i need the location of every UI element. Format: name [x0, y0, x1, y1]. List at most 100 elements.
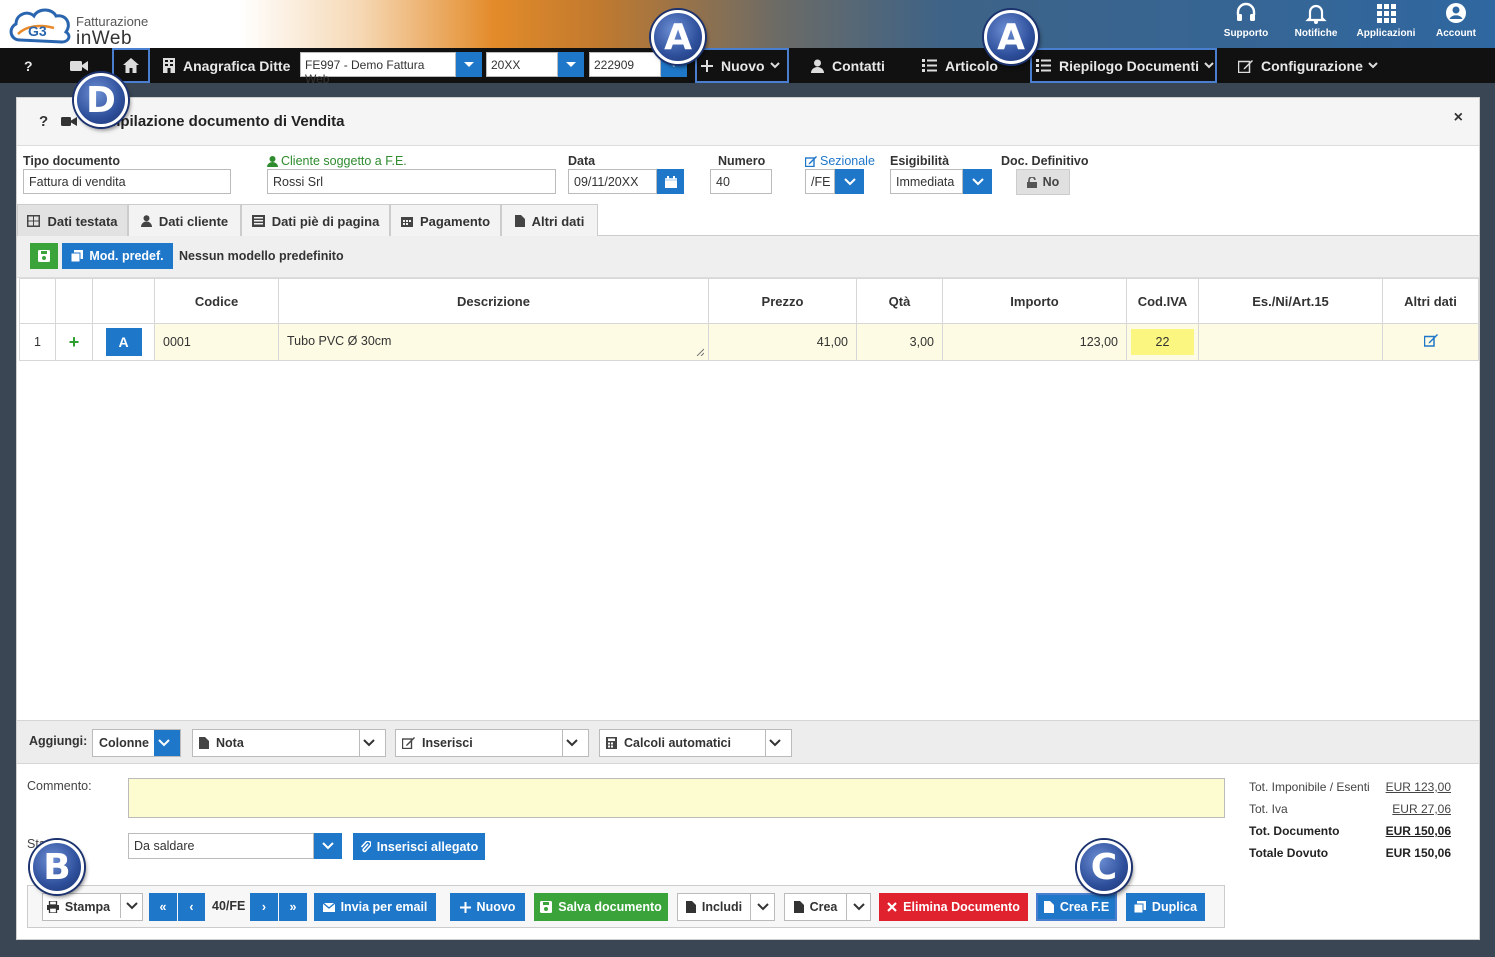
company-select-caret[interactable]: [456, 52, 482, 77]
edit-icon: [1238, 59, 1253, 73]
account-button[interactable]: Account: [1421, 2, 1491, 46]
numero-field[interactable]: 40: [710, 169, 772, 194]
inserisci-dropdown[interactable]: Inserisci: [395, 729, 589, 757]
applications-button[interactable]: Applicazioni: [1351, 2, 1421, 46]
anagrafica-ditte[interactable]: Anagrafica Ditte: [163, 48, 290, 83]
stampa-caret[interactable]: [120, 894, 142, 918]
includi-caret[interactable]: [750, 894, 774, 920]
colonne-caret[interactable]: [154, 730, 180, 756]
crea-button[interactable]: Crea: [784, 893, 871, 921]
cliente-field[interactable]: Rossi Srl: [267, 169, 556, 194]
help-button[interactable]: ?: [24, 48, 33, 83]
year-select[interactable]: 20XX: [486, 52, 558, 77]
last-doc-button[interactable]: »: [279, 893, 307, 921]
definitivo-value: No: [1042, 175, 1060, 189]
person-icon: [811, 59, 824, 73]
company-select[interactable]: FE997 - Demo Fattura Web: [300, 52, 456, 86]
qta-cell[interactable]: 3,00: [856, 323, 943, 361]
chevron-down-icon: [157, 739, 170, 747]
add-row-button[interactable]: +: [55, 323, 93, 361]
inserisci-caret[interactable]: [562, 730, 588, 756]
support-button[interactable]: Supporto: [1211, 2, 1281, 46]
col-cod-iva[interactable]: Cod.IVA: [1126, 278, 1199, 324]
stato-caret[interactable]: [314, 833, 342, 859]
esigibilita-caret[interactable]: [963, 169, 992, 194]
elimina-documento-button[interactable]: Elimina Documento: [879, 893, 1028, 921]
contatti-link[interactable]: Contatti: [811, 48, 885, 83]
imponibile-value[interactable]: EUR 123,00: [1367, 780, 1451, 794]
sezionale-field[interactable]: /FE: [805, 169, 835, 194]
tab-dati-pie-pagina[interactable]: Dati piè di pagina: [241, 204, 390, 237]
code-select[interactable]: 222909: [589, 52, 661, 77]
col-descrizione[interactable]: Descrizione: [278, 278, 709, 324]
esenzione-cell[interactable]: [1198, 323, 1383, 361]
sezionale-caret[interactable]: [835, 169, 864, 194]
prezzo-cell[interactable]: 41,00: [708, 323, 857, 361]
row-type-button[interactable]: A: [105, 328, 142, 356]
panel-help-button[interactable]: ?: [39, 113, 48, 130]
definitivo-toggle[interactable]: No: [1016, 169, 1070, 195]
prev-doc-button[interactable]: ‹: [178, 893, 205, 921]
applications-label: Applicazioni: [1356, 28, 1416, 39]
nuovo-menu[interactable]: Nuovo: [695, 48, 789, 83]
video-camera-icon[interactable]: [61, 116, 77, 127]
invia-email-button[interactable]: Invia per email: [314, 893, 436, 921]
col-importo[interactable]: Importo: [942, 278, 1127, 324]
calendar-button[interactable]: [657, 169, 684, 194]
tab-pagamento[interactable]: Pagamento: [390, 204, 501, 237]
next-doc-button[interactable]: ›: [250, 893, 278, 921]
riepilogo-menu[interactable]: Riepilogo Documenti: [1030, 48, 1217, 83]
nota-dropdown[interactable]: Nota: [192, 729, 386, 757]
crea-caret[interactable]: [846, 894, 870, 920]
col-qta[interactable]: Qtà: [856, 278, 943, 324]
tipo-label: Tipo documento: [23, 154, 120, 168]
close-button[interactable]: ×: [1454, 109, 1463, 127]
data-field[interactable]: 09/11/20XX: [568, 169, 657, 194]
tipo-documento-field[interactable]: Fattura di vendita: [23, 169, 231, 194]
calcoli-caret[interactable]: [765, 730, 791, 756]
tab-altri-dati[interactable]: Altri dati: [501, 204, 598, 237]
codice-cell[interactable]: 0001: [154, 323, 279, 361]
stampa-button[interactable]: Stampa: [42, 893, 143, 921]
contatti-label: Contatti: [832, 57, 885, 74]
save-model-button[interactable]: [30, 243, 58, 269]
colonne-dropdown[interactable]: Colonne: [92, 729, 181, 757]
importo-cell[interactable]: 123,00: [942, 323, 1127, 361]
notifications-button[interactable]: Notifiche: [1281, 2, 1351, 46]
edit-icon[interactable]: [1423, 334, 1438, 347]
close-icon: [887, 902, 897, 912]
nuovo-button[interactable]: Nuovo: [450, 893, 525, 921]
articolo-link[interactable]: Articolo: [922, 48, 998, 83]
col-codice[interactable]: Codice: [154, 278, 279, 324]
nota-caret[interactable]: [359, 730, 385, 756]
chevron-down-icon: [852, 903, 865, 911]
descrizione-cell[interactable]: Tubo PVC Ø 30cm: [278, 323, 709, 361]
resize-handle-icon[interactable]: [695, 347, 704, 356]
first-doc-button[interactable]: «: [149, 893, 177, 921]
col-esenzione[interactable]: Es./Ni/Art.15: [1198, 278, 1383, 324]
cod-iva-cell[interactable]: 22: [1126, 323, 1199, 361]
salva-documento-button[interactable]: Salva documento: [534, 893, 668, 921]
app-logo[interactable]: G3 Fatturazione inWeb: [6, 4, 166, 49]
mod-predef-button[interactable]: Mod. predef.: [62, 243, 173, 269]
year-select-caret[interactable]: [558, 52, 584, 77]
includi-button[interactable]: Includi: [677, 893, 775, 921]
documento-value[interactable]: EUR 150,06: [1367, 824, 1451, 838]
stato-field[interactable]: Da saldare: [128, 833, 314, 859]
commento-field[interactable]: [128, 778, 1225, 818]
sezionale-link[interactable]: Sezionale: [805, 154, 875, 168]
col-altri-dati[interactable]: Altri dati: [1382, 278, 1479, 324]
home-button[interactable]: [112, 48, 150, 83]
duplica-button[interactable]: Duplica: [1126, 893, 1205, 921]
calcoli-dropdown[interactable]: Calcoli automatici: [599, 729, 792, 757]
tab-dati-testata[interactable]: Dati testata: [17, 204, 128, 237]
cod-iva-value: 22: [1131, 329, 1194, 355]
inserisci-allegato-button[interactable]: Inserisci allegato: [353, 833, 485, 860]
col-prezzo[interactable]: Prezzo: [708, 278, 857, 324]
help-label: ?: [24, 57, 33, 74]
tab-dati-cliente[interactable]: Dati cliente: [128, 204, 241, 237]
esigibilita-field[interactable]: Immediata: [890, 169, 963, 194]
iva-value[interactable]: EUR 27,06: [1367, 802, 1451, 816]
configurazione-menu[interactable]: Configurazione: [1238, 48, 1378, 83]
crea-fe-button[interactable]: Crea F.E: [1036, 893, 1117, 921]
